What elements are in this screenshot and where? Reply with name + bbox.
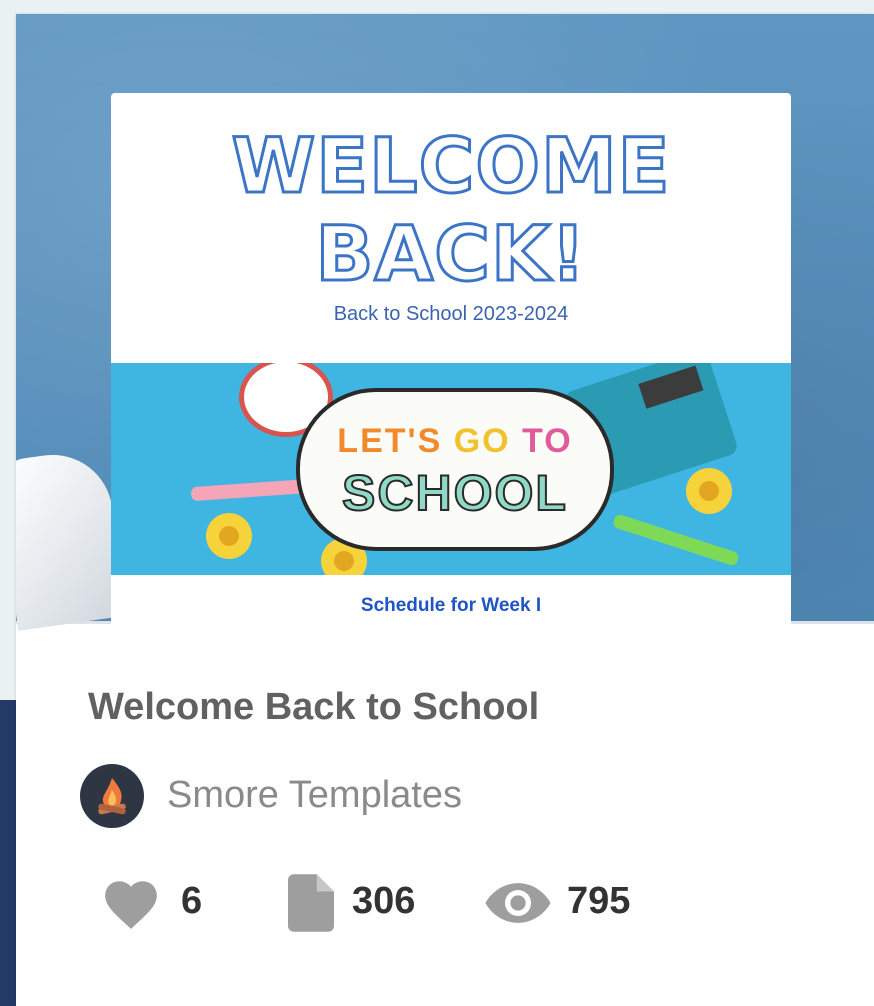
yellow-flower-image [686, 468, 732, 514]
pages-count: 306 [352, 880, 416, 922]
views-count: 795 [567, 880, 631, 922]
green-pen-image [612, 513, 740, 567]
schedule-heading: Schedule for Week I [360, 595, 542, 616]
banner-word-to: TO [522, 422, 573, 460]
template-title[interactable]: Welcome Back to School [88, 686, 539, 729]
card-info: Welcome Back to School Smore Templates 6 [16, 624, 874, 1006]
eye-icon [484, 874, 552, 937]
background-strip [0, 700, 16, 1006]
author-name[interactable]: Smore Templates [167, 774, 462, 817]
headline-line1: WELCOME [230, 120, 671, 212]
banner-text-line1: LET'S GO TO [300, 422, 610, 461]
document-icon [288, 874, 334, 937]
newsletter-thumbnail: WELCOME BACK! Back to School 2023-2024 L… [111, 93, 791, 633]
template-preview[interactable]: WELCOME BACK! Back to School 2023-2024 L… [16, 14, 874, 633]
banner-word-lets: LET'S [337, 422, 443, 460]
yellow-flower-image [206, 513, 252, 559]
banner-text-school: SCHOOL [341, 464, 568, 522]
pink-marker-image [190, 478, 312, 502]
stats-row: 6 306 795 [86, 874, 686, 934]
newsletter-subtitle: Back to School 2023-2024 [333, 303, 569, 325]
banner-image: LET'S GO TO SCHOOL [111, 363, 791, 575]
headline-line2: BACK! [314, 208, 587, 300]
banner-word-go: GO [453, 422, 511, 460]
template-card[interactable]: WELCOME BACK! Back to School 2023-2024 L… [16, 14, 874, 1006]
heart-icon [100, 874, 162, 937]
campfire-icon [80, 764, 144, 828]
speech-cloud: LET'S GO TO SCHOOL [296, 388, 614, 551]
likes-count: 6 [181, 880, 203, 922]
